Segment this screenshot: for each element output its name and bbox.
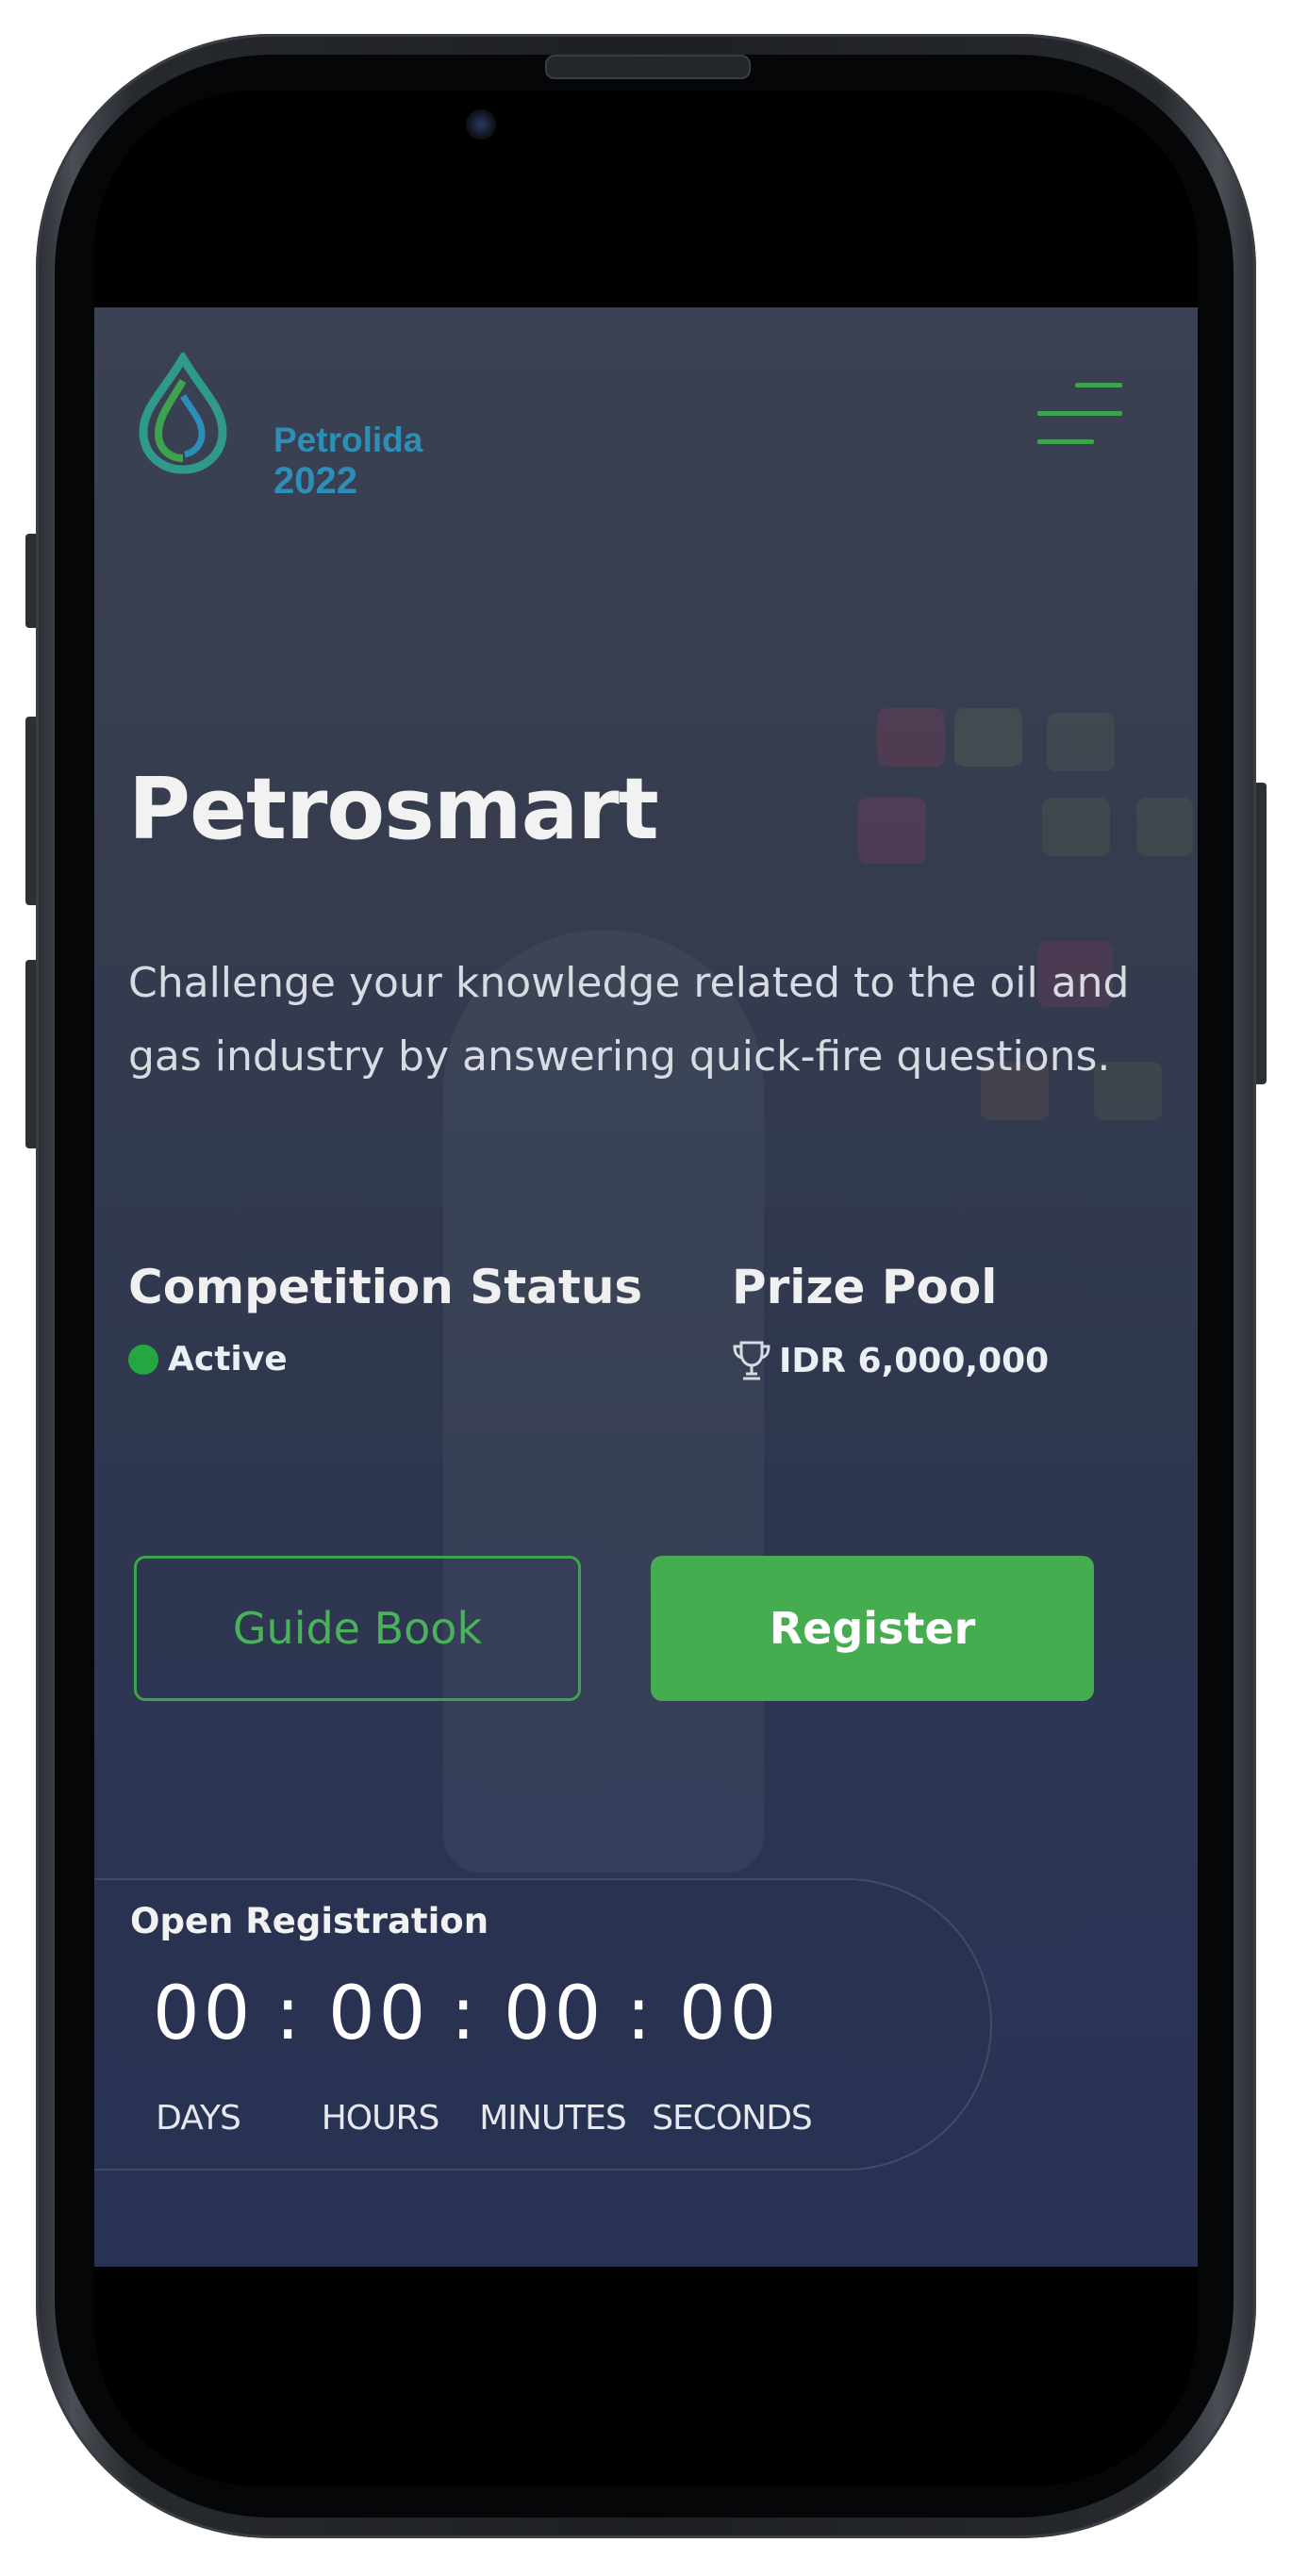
background-sticky-note [1136, 798, 1193, 856]
app-viewport: Petrolida 2022 Petrosmart Challenge your… [94, 307, 1198, 2267]
countdown-separator: : [451, 1972, 476, 2056]
register-button[interactable]: Register [651, 1556, 1094, 1701]
petrolida-logo[interactable]: Petrolida 2022 [126, 350, 428, 502]
countdown-seconds-unit: SECONDS [652, 2099, 813, 2138]
status-text: Active [168, 1340, 288, 1379]
guide-book-button[interactable]: Guide Book [134, 1556, 581, 1701]
countdown-days-value: 00 [153, 1972, 255, 2056]
countdown-hours-value: 00 [328, 1972, 430, 2056]
background-sticky-note [877, 708, 945, 767]
countdown-hours-unit: HOURS [321, 2099, 440, 2138]
prize-pool-label: Prize Pool [732, 1260, 998, 1314]
background-sticky-note [1042, 798, 1110, 856]
logo-wordmark: Petrolida [273, 421, 423, 459]
notch [415, 91, 877, 190]
countdown-days-unit: DAYS [156, 2099, 241, 2138]
countdown-separator: : [626, 1972, 652, 2056]
prize-text: IDR 6,000,000 [779, 1341, 1050, 1380]
countdown-separator: : [275, 1972, 301, 2056]
speaker-grille [545, 55, 751, 79]
countdown-minutes-value: 00 [504, 1972, 605, 2056]
top-nav: Petrolida 2022 [94, 307, 1198, 505]
background-sticky-note [1047, 713, 1115, 771]
prize-pool-value: IDR 6,000,000 [732, 1340, 1049, 1381]
page-description: Challenge your knowledge related to the … [128, 959, 1130, 1081]
competition-status-value: Active [128, 1340, 288, 1379]
background-sticky-note [858, 798, 926, 864]
trophy-icon [733, 1341, 770, 1380]
countdown-seconds-value: 00 [679, 1972, 781, 2056]
active-status-dot-icon [128, 1344, 158, 1375]
front-camera [466, 109, 496, 140]
countdown-label: Open Registration [130, 1901, 489, 1941]
background-sticky-note [954, 708, 1022, 767]
hamburger-menu-icon[interactable] [1037, 383, 1122, 449]
droplet-logo-icon [139, 350, 227, 474]
countdown-minutes-unit: MINUTES [479, 2099, 627, 2138]
page-title: Petrosmart [128, 760, 659, 859]
logo-year: 2022 [273, 460, 357, 502]
competition-status-label: Competition Status [128, 1260, 643, 1314]
